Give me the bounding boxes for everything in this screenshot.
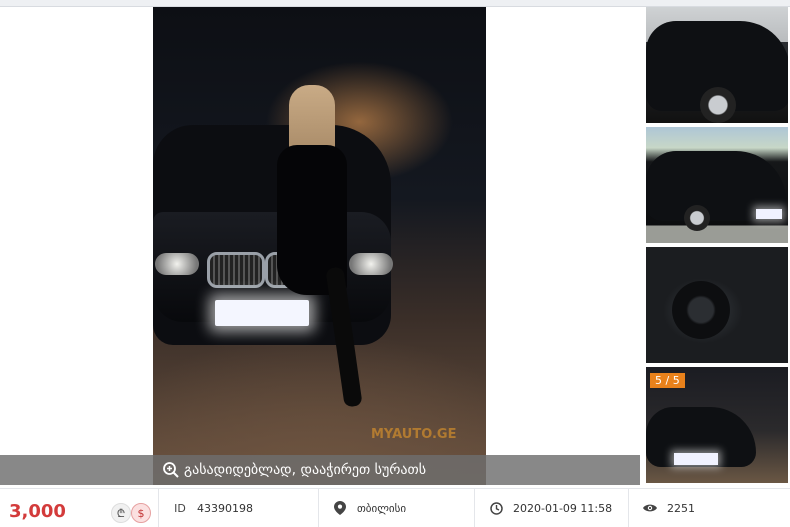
listing-id: ID 43390198 — [158, 489, 318, 527]
listing-id-value: 43390198 — [197, 501, 253, 515]
date-value: 2020-01-09 11:58 — [513, 501, 613, 515]
id-icon: ID — [174, 501, 186, 515]
currency-usd-button[interactable]: $ — [131, 503, 151, 523]
zoom-bar[interactable]: გასადიდებლად, დააჭირეთ სურათს — [0, 455, 640, 485]
thumb-plate — [674, 453, 718, 465]
photo-counter-badge: 5 / 5 — [650, 373, 685, 388]
top-border — [0, 0, 790, 7]
currency-gel-button[interactable]: ₾ — [111, 503, 131, 523]
right-headlight — [349, 253, 393, 275]
listing-date: 2020-01-09 11:58 — [474, 489, 628, 527]
eye-icon — [643, 501, 657, 515]
grille-left — [207, 252, 265, 288]
thumb-plate — [756, 209, 782, 219]
photo-gallery: MYAUTO.GE გასადიდებლად, დააჭირეთ სურათს — [0, 7, 640, 485]
clock-icon — [489, 501, 503, 515]
thumbnail-3[interactable] — [646, 247, 788, 363]
thumbnail-4[interactable]: 5 / 5 — [646, 367, 788, 483]
listing-info-bar: 3,000 ₾ $ ID 43390198 თბილისი 2020-01-09… — [0, 489, 790, 527]
listing-location: თბილისი — [318, 489, 474, 527]
thumb-steering-wheel — [672, 281, 730, 339]
price: 3,000 — [9, 501, 66, 522]
main-photo[interactable]: MYAUTO.GE — [153, 7, 486, 485]
location-value: თბილისი — [357, 501, 407, 515]
listing-views: 2251 — [628, 489, 790, 527]
thumb-wheel — [700, 87, 736, 123]
watermark: MYAUTO.GE — [371, 427, 457, 442]
left-headlight — [155, 253, 199, 275]
map-pin-icon — [333, 501, 347, 515]
license-plate — [215, 300, 309, 326]
thumbnail-strip: 5 / 5 — [646, 7, 790, 485]
zoom-hint-text: გასადიდებლად, დააჭირეთ სურათს — [184, 462, 427, 478]
thumb-wheel — [684, 205, 710, 231]
views-value: 2251 — [667, 501, 695, 515]
zoom-in-icon — [163, 462, 179, 478]
thumbnail-1[interactable] — [646, 7, 788, 123]
thumbnail-2[interactable] — [646, 127, 788, 243]
